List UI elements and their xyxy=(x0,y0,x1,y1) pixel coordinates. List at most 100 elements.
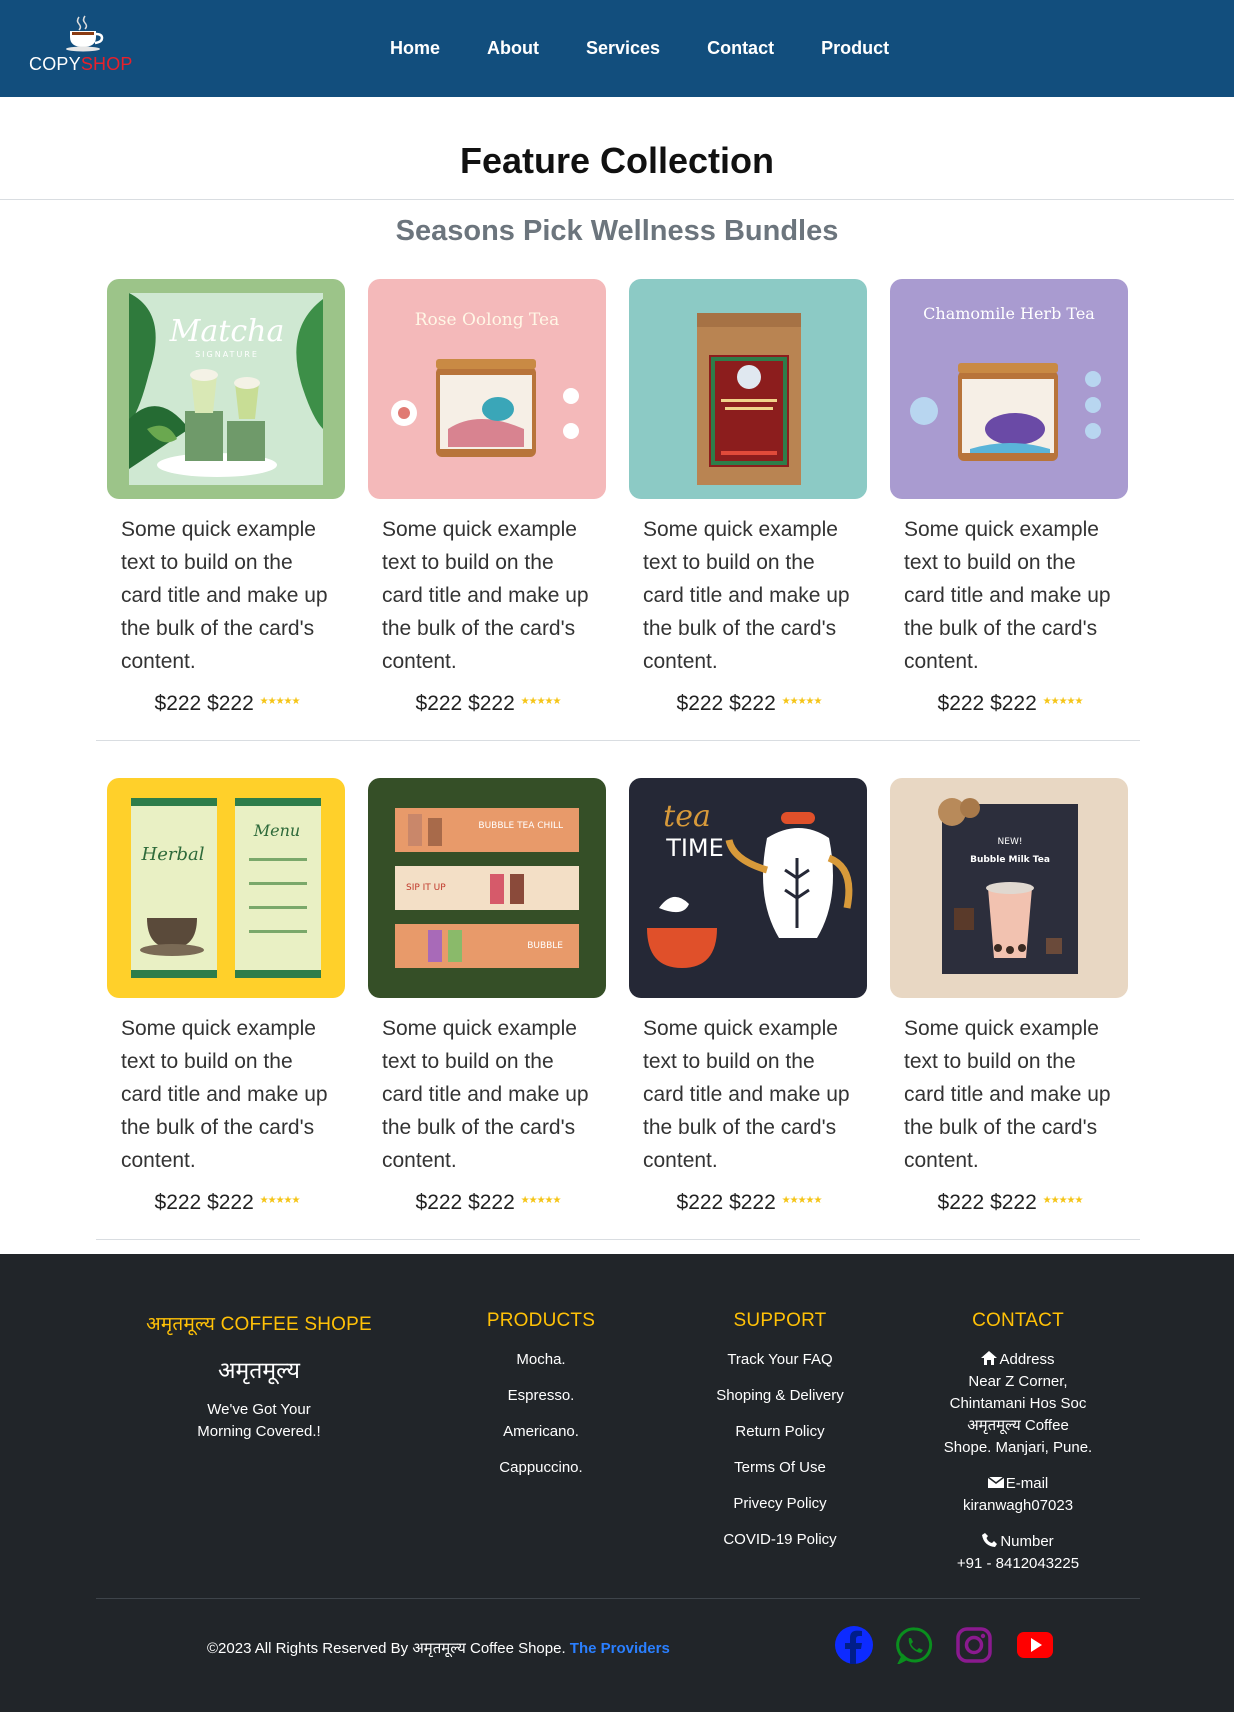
card-description: Some quick example text to build on the … xyxy=(382,1017,589,1172)
email-value[interactable]: kiranwagh07023 xyxy=(893,1495,1143,1517)
old-price: $222 xyxy=(468,692,515,715)
svg-text:Bubble Milk Tea: Bubble Milk Tea xyxy=(970,855,1050,865)
product-card[interactable]: BUBBLE TEA CHILL SIP IT UP BUBBLE Some q… xyxy=(368,778,608,1215)
price-row: $222 $222 ★★★★★ xyxy=(629,1191,869,1215)
footer-support-link[interactable]: Terms Of Use xyxy=(655,1457,905,1479)
footer-divider xyxy=(96,1598,1140,1599)
coffee-cup-icon xyxy=(66,15,104,52)
row-divider xyxy=(96,1239,1140,1240)
facebook-icon[interactable] xyxy=(835,1626,873,1664)
footer-support-link[interactable]: Privecy Policy xyxy=(655,1493,905,1515)
svg-text:Menu: Menu xyxy=(253,821,300,840)
nav-product[interactable]: Product xyxy=(821,38,889,59)
price-row: $222 $222 ★★★★★ xyxy=(107,1191,347,1215)
svg-text:SIP IT UP: SIP IT UP xyxy=(406,883,446,893)
rose-oolong-tea-image[interactable]: Rose Oolong Tea xyxy=(368,279,606,499)
price: $222 xyxy=(676,1191,724,1214)
price: $222 xyxy=(937,692,985,715)
product-card[interactable]: Herbal Menu Some quick example text to b… xyxy=(107,778,347,1215)
footer-products-column: PRODUCTS Mocha. Espresso. Americano. Cap… xyxy=(416,1310,666,1493)
youtube-icon[interactable] xyxy=(1016,1626,1054,1664)
card-description: Some quick example text to build on the … xyxy=(904,518,1111,673)
old-price: $222 xyxy=(468,1191,515,1214)
price-row: $222 $222 ★★★★★ xyxy=(107,692,347,716)
copyright-text: ©2023 All Rights Reserved By अमृतमूल्य C… xyxy=(207,1640,670,1657)
matcha-signature-image[interactable]: Matcha SIGNATURE xyxy=(107,279,345,499)
instagram-icon[interactable] xyxy=(955,1626,993,1664)
price-row: $222 $222 ★★★★★ xyxy=(890,1191,1130,1215)
card-description: Some quick example text to build on the … xyxy=(382,518,589,673)
star-rating: ★★★★★ xyxy=(781,696,823,707)
product-card[interactable]: Some quick example text to build on the … xyxy=(629,279,869,716)
old-price: $222 xyxy=(207,1191,254,1214)
rooibos-tea-pouch-image[interactable] xyxy=(629,279,867,499)
phone-icon xyxy=(982,1533,998,1547)
card-description: Some quick example text to build on the … xyxy=(643,1017,850,1172)
providers-link[interactable]: The Providers xyxy=(570,1640,670,1657)
footer-support-link[interactable]: Return Policy xyxy=(655,1421,905,1443)
footer-products-heading: PRODUCTS xyxy=(486,1310,596,1331)
price: $222 xyxy=(154,692,202,715)
footer-contact-column: CONTACT Address Near Z Corner, Chintaman… xyxy=(893,1310,1143,1589)
footer-shop-heading: अमृतमूल्य COFFEE SHOPE xyxy=(146,1314,372,1335)
star-rating: ★★★★★ xyxy=(520,1195,562,1206)
old-price: $222 xyxy=(729,1191,776,1214)
old-price: $222 xyxy=(207,692,254,715)
svg-text:TIME: TIME xyxy=(665,834,724,862)
star-rating: ★★★★★ xyxy=(259,696,301,707)
product-card[interactable]: tea TIME Some quick example text to buil… xyxy=(629,778,869,1215)
product-card[interactable]: NEW! Bubble Milk Tea Some quick example … xyxy=(890,778,1130,1215)
home-icon xyxy=(981,1351,998,1365)
svg-text:Chamomile Herb Tea: Chamomile Herb Tea xyxy=(923,304,1095,323)
product-card[interactable]: Matcha SIGNATURE Some quick example text… xyxy=(107,279,347,716)
brand-name: COPYSHOP xyxy=(29,54,133,74)
nav-home[interactable]: Home xyxy=(390,38,440,59)
footer-shop-name: अमृतमूल्य xyxy=(217,1358,301,1384)
svg-text:tea: tea xyxy=(663,799,711,834)
price-row: $222 $222 ★★★★★ xyxy=(890,692,1130,716)
footer-support-link[interactable]: COVID-19 Policy xyxy=(655,1529,905,1551)
row-divider xyxy=(96,740,1140,741)
brand-logo[interactable]: COPYSHOP xyxy=(29,14,139,84)
card-description: Some quick example text to build on the … xyxy=(643,518,850,673)
nav-about[interactable]: About xyxy=(487,38,539,59)
page-title: Feature Collection xyxy=(459,140,775,181)
whatsapp-icon[interactable] xyxy=(896,1626,934,1664)
footer-support-link[interactable]: Shoping & Delivery xyxy=(655,1385,905,1407)
site-footer: अमृतमूल्य COFFEE SHOPE अमृतमूल्य We've G… xyxy=(0,1254,1234,1712)
contact-email: E-mail kiranwagh07023 xyxy=(893,1473,1143,1517)
envelope-icon xyxy=(987,1476,1005,1488)
footer-support-link[interactable]: Track Your FAQ xyxy=(655,1349,905,1371)
phone-value[interactable]: +91 - 8412043225 xyxy=(893,1553,1143,1575)
nav-services[interactable]: Services xyxy=(586,38,660,59)
product-card[interactable]: Rose Oolong Tea Some quick example text … xyxy=(368,279,608,716)
star-rating: ★★★★★ xyxy=(781,1195,823,1206)
contact-phone: Number +91 - 8412043225 xyxy=(893,1531,1143,1575)
svg-text:BUBBLE: BUBBLE xyxy=(527,941,563,951)
svg-text:NEW!: NEW! xyxy=(998,837,1023,847)
bubble-milk-tea-image[interactable]: NEW! Bubble Milk Tea xyxy=(890,778,1128,998)
svg-text:SIGNATURE: SIGNATURE xyxy=(195,350,259,359)
bubble-tea-banners-image[interactable]: BUBBLE TEA CHILL SIP IT UP BUBBLE xyxy=(368,778,606,998)
card-description: Some quick example text to build on the … xyxy=(121,518,328,673)
footer-product-link[interactable]: Americano. xyxy=(416,1421,666,1443)
price: $222 xyxy=(154,1191,202,1214)
old-price: $222 xyxy=(729,692,776,715)
footer-shop-column: अमृतमूल्य COFFEE SHOPE अमृतमूल्य We've G… xyxy=(134,1310,384,1443)
footer-product-link[interactable]: Mocha. xyxy=(416,1349,666,1371)
star-rating: ★★★★★ xyxy=(520,696,562,707)
nav-menu: Home About Services Contact Product xyxy=(390,0,936,97)
footer-product-link[interactable]: Espresso. xyxy=(416,1385,666,1407)
price-row: $222 $222 ★★★★★ xyxy=(368,1191,608,1215)
tea-time-kettle-image[interactable]: tea TIME xyxy=(629,778,867,998)
card-description: Some quick example text to build on the … xyxy=(121,1017,328,1172)
nav-contact[interactable]: Contact xyxy=(707,38,774,59)
price-row: $222 $222 ★★★★★ xyxy=(368,692,608,716)
price: $222 xyxy=(676,692,724,715)
footer-product-link[interactable]: Cappuccino. xyxy=(416,1457,666,1479)
page-subtitle: Seasons Pick Wellness Bundles xyxy=(395,215,839,247)
product-card[interactable]: Chamomile Herb Tea Some quick example te… xyxy=(890,279,1130,716)
herbal-tea-menu-image[interactable]: Herbal Menu xyxy=(107,778,345,998)
chamomile-herb-tea-image[interactable]: Chamomile Herb Tea xyxy=(890,279,1128,499)
contact-address: Address Near Z Corner, Chintamani Hos So… xyxy=(943,1351,1093,1456)
